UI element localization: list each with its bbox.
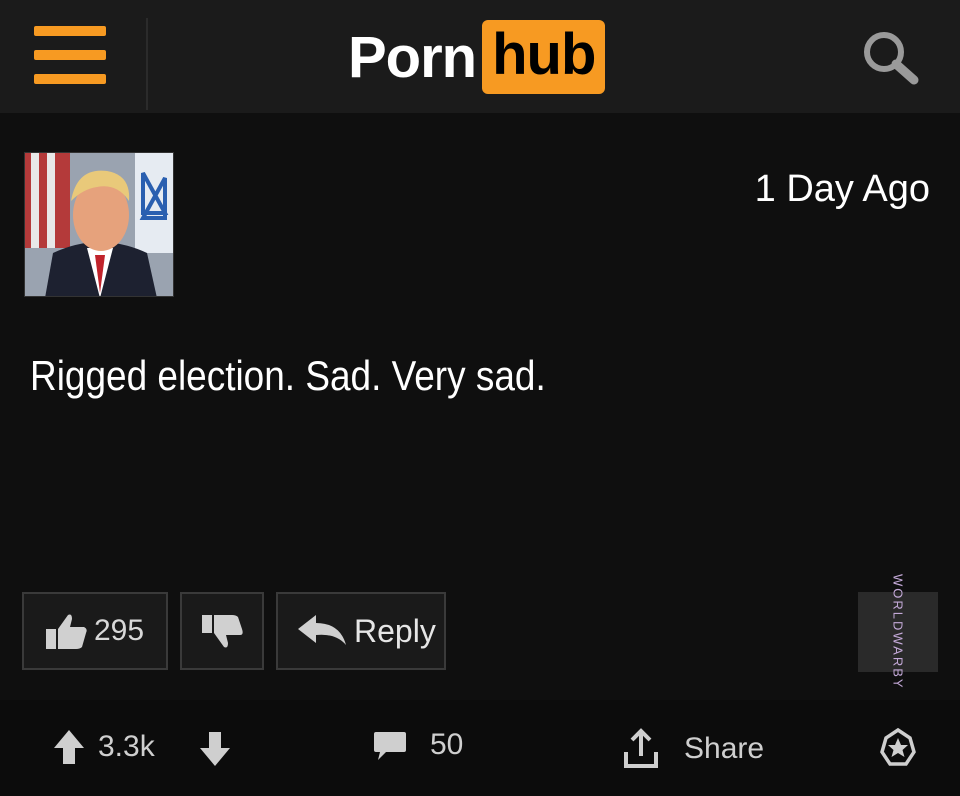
- top-bar: Porn hub: [0, 0, 960, 113]
- downvote-icon[interactable]: [198, 730, 232, 768]
- reply-label: Reply: [354, 612, 436, 649]
- reply-arrow-icon: [298, 615, 346, 645]
- dislike-button[interactable]: [180, 592, 264, 670]
- vote-count: 3.3k: [98, 730, 155, 763]
- menu-icon-bar: [34, 74, 106, 84]
- comments-button[interactable]: 50: [372, 728, 463, 762]
- menu-button[interactable]: [28, 26, 110, 84]
- thumbs-down-icon: [202, 615, 243, 648]
- search-icon[interactable]: [858, 26, 922, 90]
- avatar[interactable]: [24, 152, 174, 297]
- like-button[interactable]: 295: [22, 592, 168, 670]
- post-timestamp: 1 Day Ago: [754, 168, 930, 210]
- avatar-image: [25, 153, 173, 296]
- upvote-icon[interactable]: [52, 728, 86, 766]
- thumbs-up-icon: [46, 614, 87, 649]
- footer-bar: 3.3k 50 Share: [0, 700, 960, 796]
- site-logo[interactable]: Porn hub: [348, 18, 606, 96]
- header-divider: [146, 18, 148, 110]
- logo-text-primary: Porn: [348, 24, 477, 90]
- share-icon: [624, 728, 658, 768]
- like-count: 295: [94, 614, 145, 647]
- comment-text: Rigged election. Sad. Very sad.: [30, 352, 546, 399]
- share-label: Share: [684, 732, 765, 765]
- upvote-group: 3.3k: [52, 728, 155, 766]
- share-button[interactable]: Share: [620, 728, 764, 770]
- logo-text-badge: hub: [482, 20, 606, 94]
- award-icon[interactable]: [876, 726, 920, 770]
- menu-icon-bar: [34, 26, 106, 36]
- comment-icon: [374, 732, 406, 760]
- comment-count: 50: [430, 728, 464, 761]
- watermark: WORLDWARBY: [858, 574, 938, 690]
- menu-icon-bar: [34, 50, 106, 60]
- reply-button[interactable]: Reply: [276, 592, 446, 670]
